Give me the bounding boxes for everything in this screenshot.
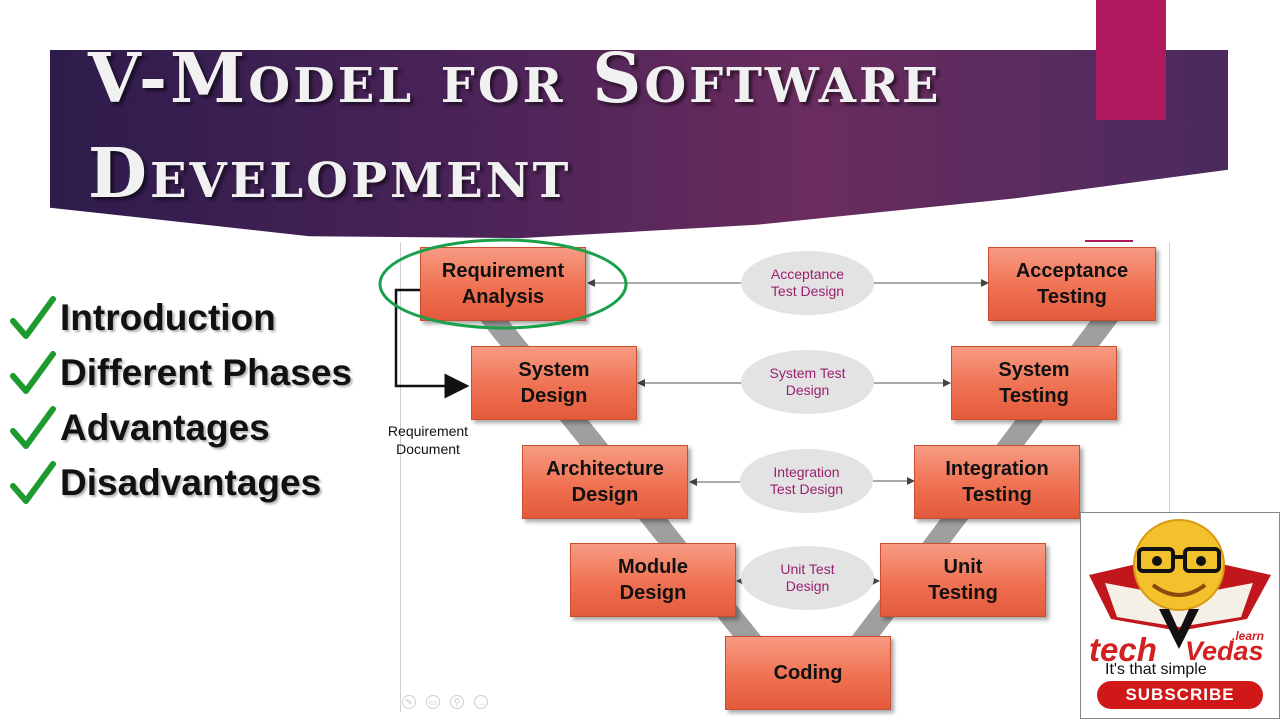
- zoom-icon[interactable]: ⚲: [450, 695, 464, 709]
- more-icon[interactable]: …: [474, 695, 488, 709]
- slides-icon[interactable]: ▭: [426, 695, 440, 709]
- highlight-ellipse: [378, 238, 628, 330]
- techvedas-logo[interactable]: tech Vedas .learn It's that simple SUBSC…: [1080, 512, 1280, 719]
- pen-icon[interactable]: ✎: [402, 695, 416, 709]
- logo-brand-sup: .learn: [1232, 629, 1265, 643]
- subscribe-button[interactable]: SUBSCRIBE: [1097, 681, 1263, 709]
- logo-tagline: It's that simple: [1105, 661, 1207, 678]
- requirement-document-text: Requirement Document: [387, 423, 469, 457]
- requirement-document-label: Requirement Document: [378, 422, 478, 458]
